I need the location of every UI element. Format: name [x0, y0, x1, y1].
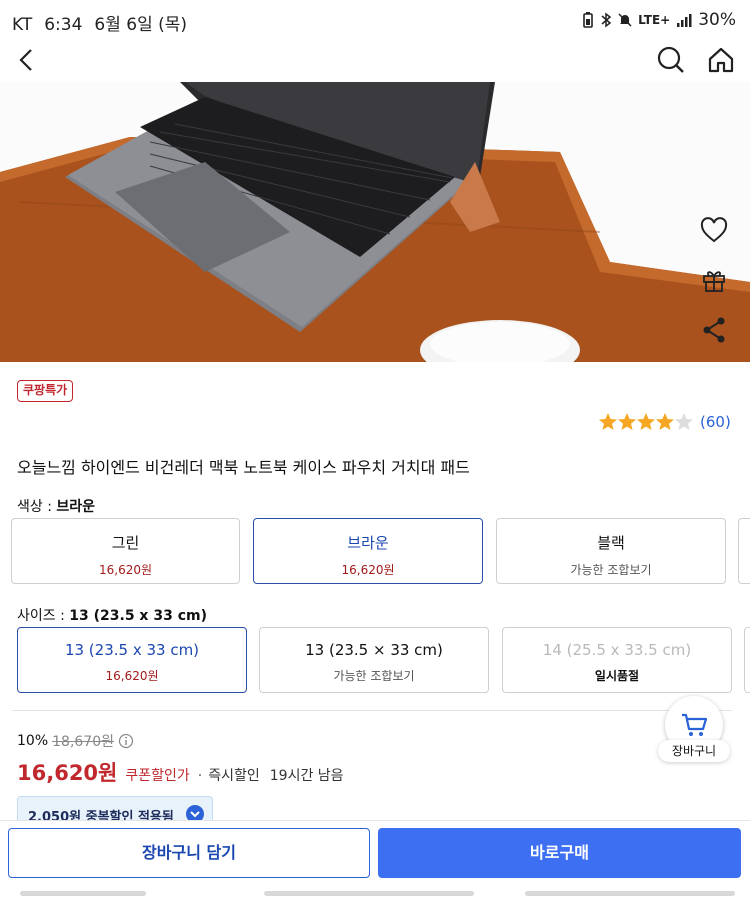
- size-option-13-a[interactable]: 13 (23.5 x 33 cm) 16,620원: [17, 627, 247, 693]
- separator: ·: [197, 768, 203, 784]
- battery-saver-icon: [583, 12, 593, 28]
- product-page: KT 6:34 6월 6일 (목) LTE+ 30% 쿠팡특가 (60) 오늘느…: [0, 0, 750, 901]
- size-label-prefix: 사이즈 :: [17, 608, 70, 624]
- back-arrow-icon: [19, 49, 32, 71]
- time-left: 19시간 남음: [269, 768, 344, 784]
- add-to-cart-button[interactable]: 장바구니 담기: [8, 828, 370, 878]
- option-price: 16,620원: [105, 669, 159, 683]
- option-price: 16,620원: [341, 563, 395, 577]
- signal-icon: [677, 14, 692, 27]
- gift-icon: [703, 271, 725, 292]
- discount-line: 10% 18,670원: [17, 731, 134, 751]
- buy-now-button[interactable]: 바로구매: [378, 828, 741, 878]
- size-selected: 13 (23.5 x 33 cm): [69, 608, 207, 624]
- color-option-green[interactable]: 그린 16,620원: [11, 518, 240, 584]
- date-text: 6월 6일 (목): [94, 15, 188, 35]
- discount-rate: 10%: [17, 733, 49, 749]
- option-name: 그린: [111, 534, 140, 552]
- network-type: LTE+: [638, 13, 671, 27]
- option-price: 16,620원: [98, 563, 153, 577]
- bluetooth-icon: [601, 12, 612, 28]
- gift-button[interactable]: [688, 260, 740, 300]
- coupon-price-label: 쿠폰할인가: [125, 768, 190, 784]
- star-rating-icon: [599, 413, 693, 430]
- heart-icon: [700, 217, 728, 243]
- color-option-brown[interactable]: 브라운 16,620원: [253, 518, 483, 584]
- search-icon: [657, 46, 684, 73]
- system-nav-bar: [0, 887, 750, 901]
- size-option-14[interactable]: 14 (25.5 x 33.5 cm) 일시품절: [502, 627, 732, 693]
- rating[interactable]: (60): [598, 412, 731, 432]
- option-sub: 가능한 조합보기: [570, 563, 652, 577]
- color-selected: 브라운: [56, 499, 96, 515]
- nav-back-indicator[interactable]: [525, 891, 735, 896]
- floating-cart-label: 장바구니: [658, 740, 730, 762]
- product-title: 오늘느낌 하이엔드 비건레더 맥북 노트북 케이스 파우치 거치대 패드: [17, 458, 470, 477]
- review-count[interactable]: (60): [700, 413, 731, 431]
- home-button[interactable]: [703, 42, 739, 78]
- color-option-label: 색상 : 브라운: [17, 496, 95, 516]
- option-sub: 가능한 조합보기: [333, 669, 415, 683]
- bottom-action-bar: 장바구니 담기 바로구매: [0, 820, 750, 901]
- option-name: 브라운: [347, 534, 389, 552]
- divider: [12, 710, 732, 711]
- nav-home-indicator[interactable]: [264, 891, 474, 896]
- share-icon: [703, 317, 725, 343]
- instant-discount-label: 즉시할인: [208, 768, 260, 784]
- final-price-line: 16,620원 쿠폰할인가 · 즉시할인 19시간 남음: [17, 757, 344, 787]
- color-option-black[interactable]: 블랙 가능한 조합보기: [496, 518, 726, 584]
- search-button[interactable]: [653, 42, 689, 78]
- home-icon: [708, 47, 734, 73]
- color-option-more[interactable]: [738, 518, 750, 584]
- size-option-13-b[interactable]: 13 (23.5 × 33 cm) 가능한 조합보기: [259, 627, 489, 693]
- coupang-deal-badge: 쿠팡특가: [17, 380, 74, 402]
- size-option-label: 사이즈 : 13 (23.5 x 33 cm): [17, 605, 207, 625]
- option-name: 블랙: [597, 534, 625, 552]
- laptop-case-photo: [0, 82, 750, 362]
- product-image[interactable]: [0, 82, 750, 362]
- sold-out-text: 일시품절: [594, 669, 640, 683]
- option-name: 13 (23.5 × 33 cm): [305, 641, 443, 659]
- mute-icon: [618, 13, 632, 27]
- option-name: 13 (23.5 x 33 cm): [64, 641, 200, 659]
- nav-recent-indicator[interactable]: [20, 891, 146, 896]
- wishlist-button[interactable]: [688, 210, 740, 250]
- info-icon[interactable]: [118, 733, 134, 749]
- original-price: 18,670원: [52, 734, 114, 750]
- floating-cart-button[interactable]: 장바구니: [658, 696, 730, 768]
- final-price: 16,620원: [17, 761, 118, 785]
- battery-percent: 30%: [698, 10, 736, 30]
- option-name: 14 (25.5 x 33.5 cm): [542, 641, 692, 659]
- carrier-text: KT: [12, 15, 33, 35]
- cart-icon: [682, 713, 708, 736]
- back-button[interactable]: [10, 42, 46, 78]
- app-bar: [0, 40, 750, 82]
- size-option-more[interactable]: [744, 627, 750, 693]
- status-bar: KT 6:34 6월 6일 (목) LTE+ 30%: [0, 0, 750, 40]
- share-button[interactable]: [688, 310, 740, 350]
- clock-text: 6:34: [44, 15, 83, 35]
- color-label-prefix: 색상 :: [17, 499, 57, 515]
